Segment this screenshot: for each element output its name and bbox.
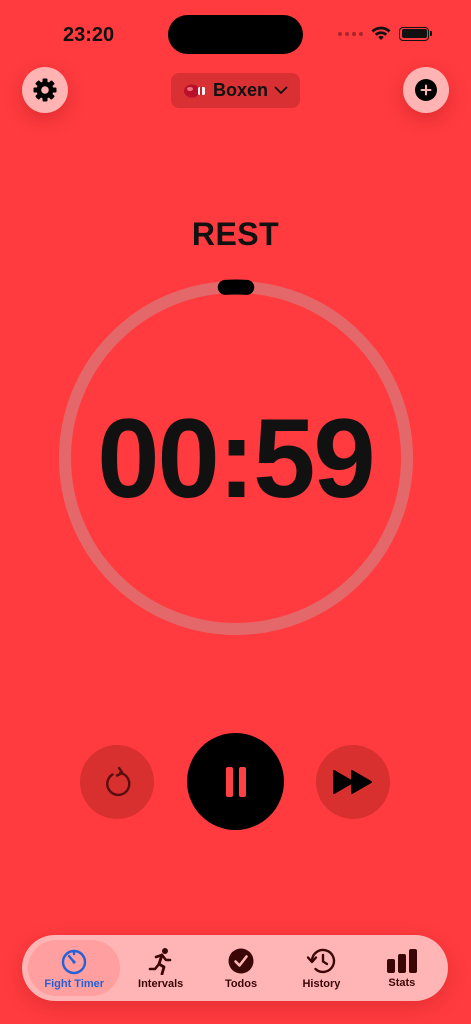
pause-button[interactable] xyxy=(187,733,284,830)
checkmark-circle-icon xyxy=(228,948,254,973)
status-time: 23:20 xyxy=(63,24,115,46)
signal-icon xyxy=(338,31,363,36)
sport-label: Boxen xyxy=(212,80,268,100)
reset-button[interactable] xyxy=(80,745,154,819)
pause-icon xyxy=(225,766,246,797)
status-icons xyxy=(338,26,432,41)
tab-intervals[interactable]: Intervals xyxy=(120,940,200,996)
tab-stats[interactable]: Stats xyxy=(362,940,442,996)
time-display: 00:59 xyxy=(97,396,375,521)
battery-icon xyxy=(399,26,432,41)
history-icon xyxy=(307,948,336,973)
boxing-glove-icon xyxy=(183,84,205,97)
tab-fight-timer[interactable]: Fight Timer xyxy=(28,940,121,996)
tab-bar: Fight Timer Intervals Todos History Stat… xyxy=(22,935,448,1001)
skip-forward-icon xyxy=(333,770,372,794)
sport-picker[interactable]: Boxen xyxy=(171,73,300,108)
tab-label: Fight Timer xyxy=(44,977,105,990)
bar-chart-icon xyxy=(386,948,417,973)
dynamic-island xyxy=(168,15,303,54)
wifi-icon xyxy=(371,26,391,40)
phase-label: REST xyxy=(191,216,280,252)
reset-icon xyxy=(106,766,131,797)
tab-label: Stats xyxy=(388,976,416,989)
settings-button[interactable] xyxy=(22,67,68,113)
running-icon xyxy=(148,947,171,975)
tab-todos[interactable]: Todos xyxy=(201,940,281,996)
plus-circle-icon xyxy=(415,79,437,101)
add-button[interactable] xyxy=(403,67,449,113)
timer-icon xyxy=(62,949,87,974)
tab-label: Intervals xyxy=(138,977,184,990)
gear-icon xyxy=(33,78,57,102)
tab-history[interactable]: History xyxy=(281,940,361,996)
tab-label: Todos xyxy=(224,977,258,990)
tab-label: History xyxy=(302,977,341,990)
skip-forward-button[interactable] xyxy=(316,745,390,819)
chevron-down-icon xyxy=(274,86,288,94)
